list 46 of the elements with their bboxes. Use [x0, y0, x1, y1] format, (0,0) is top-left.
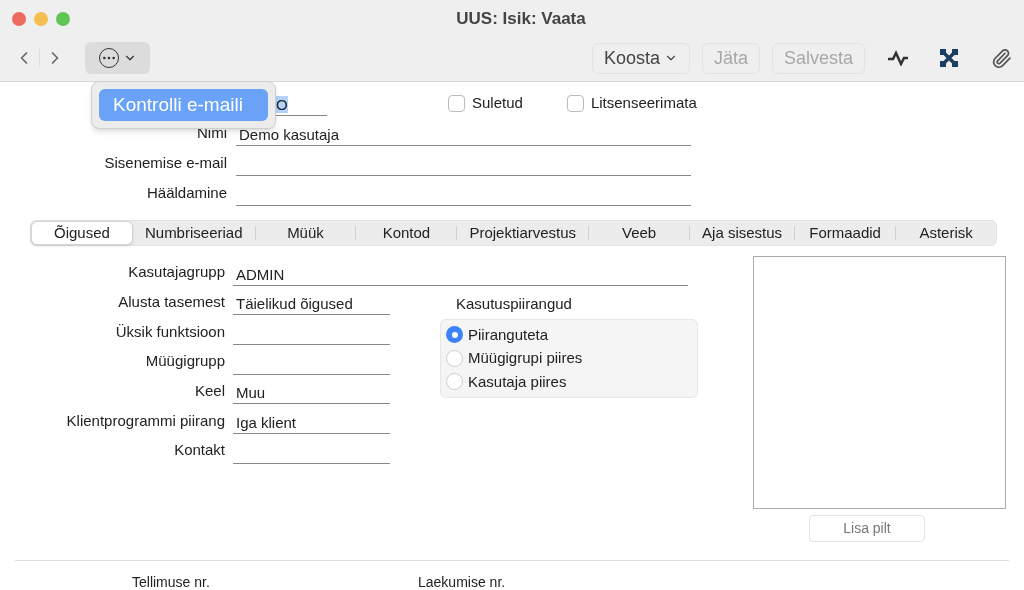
- checkbox-label: Suletud: [472, 92, 523, 113]
- text-field[interactable]: Demo kasutaja: [236, 124, 691, 146]
- text-field[interactable]: ADMIN: [233, 263, 688, 286]
- add-picture-button[interactable]: Lisa pilt: [809, 515, 925, 542]
- paperclip-icon[interactable]: [991, 47, 1012, 69]
- expand-arrows-icon[interactable]: [939, 48, 959, 68]
- checkbox[interactable]: [566, 94, 584, 112]
- field-label: Hääldamine: [145, 182, 228, 203]
- radio-label: Piiranguteta: [468, 324, 549, 345]
- window-title: UUS: Isik: Vaata: [456, 8, 586, 31]
- activity-line-icon[interactable]: [887, 50, 909, 66]
- tab[interactable]: Aja sisestus: [690, 221, 795, 245]
- radio-label: Müügigrupi piires: [468, 348, 583, 368]
- field-label: Üksik funktsioon: [114, 321, 226, 342]
- checkbox-label: Litsenseerimata: [590, 92, 697, 113]
- tab[interactable]: Kontod: [356, 221, 457, 245]
- zoom-window-icon[interactable]: [56, 12, 70, 26]
- tab[interactable]: Formaadid: [795, 221, 896, 245]
- tab[interactable]: Veeb: [589, 221, 690, 245]
- tab[interactable]: Asterisk: [896, 221, 997, 245]
- radio-button[interactable]: [446, 373, 463, 391]
- tab[interactable]: Müük: [255, 221, 356, 245]
- group-title: Kasutuspiirangud: [456, 294, 573, 313]
- more-actions-button[interactable]: [85, 42, 150, 74]
- close-window-icon[interactable]: [12, 12, 26, 26]
- radio-label: Kasutaja piires: [468, 371, 567, 392]
- radio-button[interactable]: [446, 326, 463, 344]
- tab[interactable]: Õigused: [31, 221, 133, 245]
- toolbar-button[interactable]: Koosta: [591, 42, 690, 74]
- field-label: Laekumise nr.: [418, 573, 506, 590]
- text-field[interactable]: Iga klient: [233, 412, 390, 435]
- text-field[interactable]: Täielikud õigused: [233, 293, 390, 316]
- field-label: Müügigrupp: [144, 351, 226, 372]
- radio-button[interactable]: [446, 349, 463, 367]
- field-label: Keel: [193, 380, 226, 401]
- field-label: Tellimuse nr.: [132, 573, 211, 590]
- field-label: Kontakt: [173, 440, 226, 461]
- tab[interactable]: Projektiarvestus: [457, 221, 589, 245]
- field-label: Sisenemise e-mail: [103, 152, 228, 173]
- checkbox[interactable]: [448, 94, 465, 112]
- text-field[interactable]: Muu: [233, 382, 390, 405]
- tab[interactable]: Numbriseeriad: [132, 221, 255, 245]
- field-label: Kasutajagrupp: [127, 262, 226, 283]
- field-label: Alusta tasemest: [117, 291, 226, 312]
- field-label: Klientprogrammi piirang: [65, 410, 226, 431]
- text-field[interactable]: O: [276, 94, 327, 116]
